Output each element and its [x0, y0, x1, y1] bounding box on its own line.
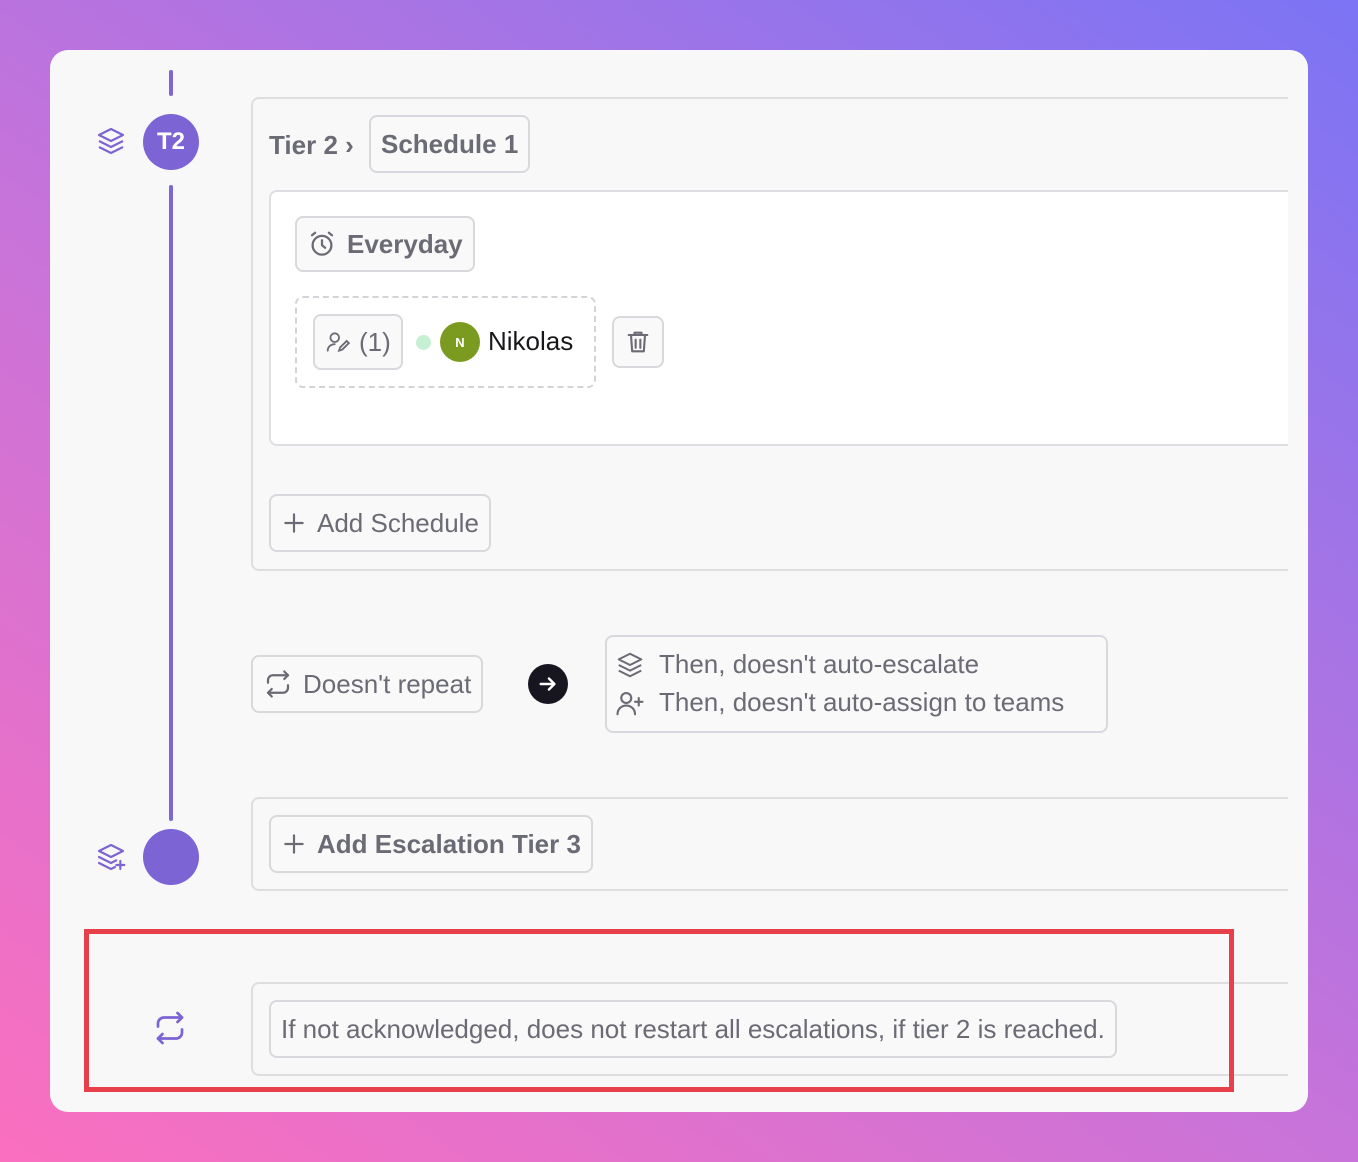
layers-icon: [615, 650, 645, 680]
then-assign-text: Then, doesn't auto-assign to teams: [659, 687, 1065, 717]
member-name: Nikolas: [488, 326, 574, 356]
delete-button[interactable]: [612, 316, 664, 368]
tier-breadcrumb: Tier 2 ›: [269, 130, 354, 160]
tier-badge: T2: [143, 114, 199, 170]
add-schedule-label: Add Schedule: [317, 507, 479, 538]
timeline-top-segment: [169, 70, 173, 96]
schedule-time-chip[interactable]: Everyday: [295, 216, 475, 272]
add-escalation-tier-label: Add Escalation Tier 3: [317, 828, 581, 859]
add-escalation-tier-button[interactable]: Add Escalation Tier 3: [269, 815, 593, 873]
participant-count-chip[interactable]: (1): [313, 314, 403, 370]
user-plus-icon: [615, 688, 645, 718]
then-actions-box[interactable]: Then, doesn't auto-escalate Then, doesn'…: [605, 635, 1108, 733]
then-escalate-text: Then, doesn't auto-escalate: [659, 649, 980, 679]
repeat-chip[interactable]: Doesn't repeat: [251, 655, 484, 713]
then-assign-row: Then, doesn't auto-assign to teams: [615, 687, 1064, 718]
participant-count: (1): [359, 326, 391, 357]
schedule-name: Schedule 1: [381, 128, 519, 159]
layers-icon: [93, 123, 129, 159]
alarm-clock-icon: [307, 229, 337, 259]
repeat-label: Doesn't repeat: [303, 668, 472, 699]
highlight-box: [84, 929, 1234, 1092]
user-edit-icon: [325, 329, 351, 355]
schedule-name-chip[interactable]: Schedule 1: [369, 115, 531, 173]
plus-icon: [281, 831, 307, 857]
trash-icon: [624, 328, 652, 356]
online-status-dot: [416, 335, 431, 350]
next-tier-marker: [143, 829, 199, 885]
repeat-icon: [263, 669, 293, 699]
add-schedule-button[interactable]: Add Schedule: [269, 494, 491, 552]
schedule-time-label: Everyday: [347, 228, 463, 259]
then-escalate-row: Then, doesn't auto-escalate: [615, 649, 979, 680]
avatar: N: [440, 322, 480, 362]
plus-icon: [281, 510, 307, 536]
timeline-segment: [169, 185, 173, 821]
arrow-right-icon: [528, 664, 568, 704]
layers-plus-icon: [93, 839, 129, 875]
